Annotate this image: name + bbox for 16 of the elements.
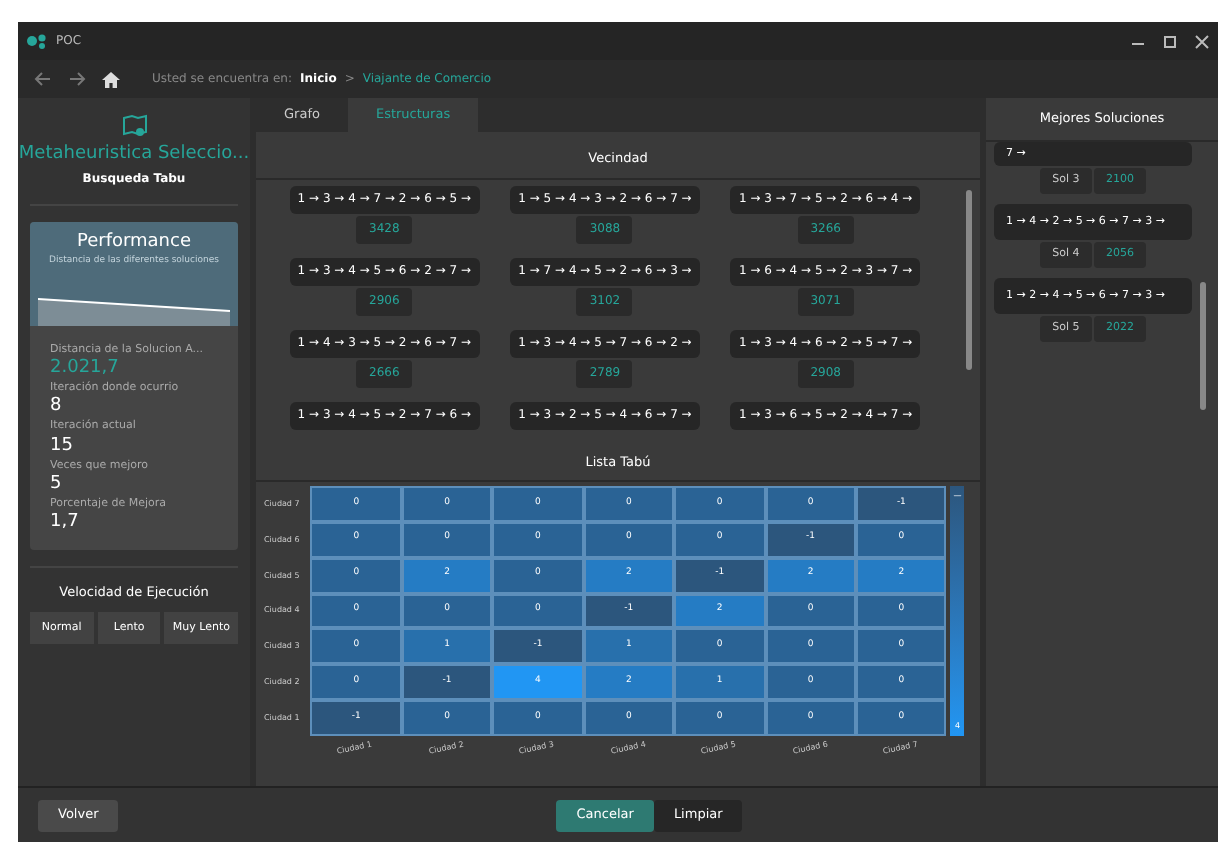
stat-value: 2.021,7 xyxy=(50,358,121,380)
stat-value: 1,7 xyxy=(50,512,81,534)
scrollbar[interactable] xyxy=(1200,282,1206,410)
book-icon xyxy=(121,114,147,138)
home-icon[interactable] xyxy=(102,71,120,87)
back-icon[interactable] xyxy=(34,72,52,86)
app-logo-icon xyxy=(26,32,48,50)
scrollbar[interactable] xyxy=(966,190,972,370)
stat-value: 15 xyxy=(50,435,75,457)
close-icon[interactable] xyxy=(1194,33,1210,49)
stat-value: 5 xyxy=(50,473,64,496)
performance-title: Performance xyxy=(76,229,192,255)
maximize-icon[interactable] xyxy=(1162,33,1178,49)
metaheuristic-title: Metaheuristica Seleccio... xyxy=(18,142,250,168)
forward-icon[interactable] xyxy=(68,72,86,86)
stat-value: 8 xyxy=(50,396,64,419)
